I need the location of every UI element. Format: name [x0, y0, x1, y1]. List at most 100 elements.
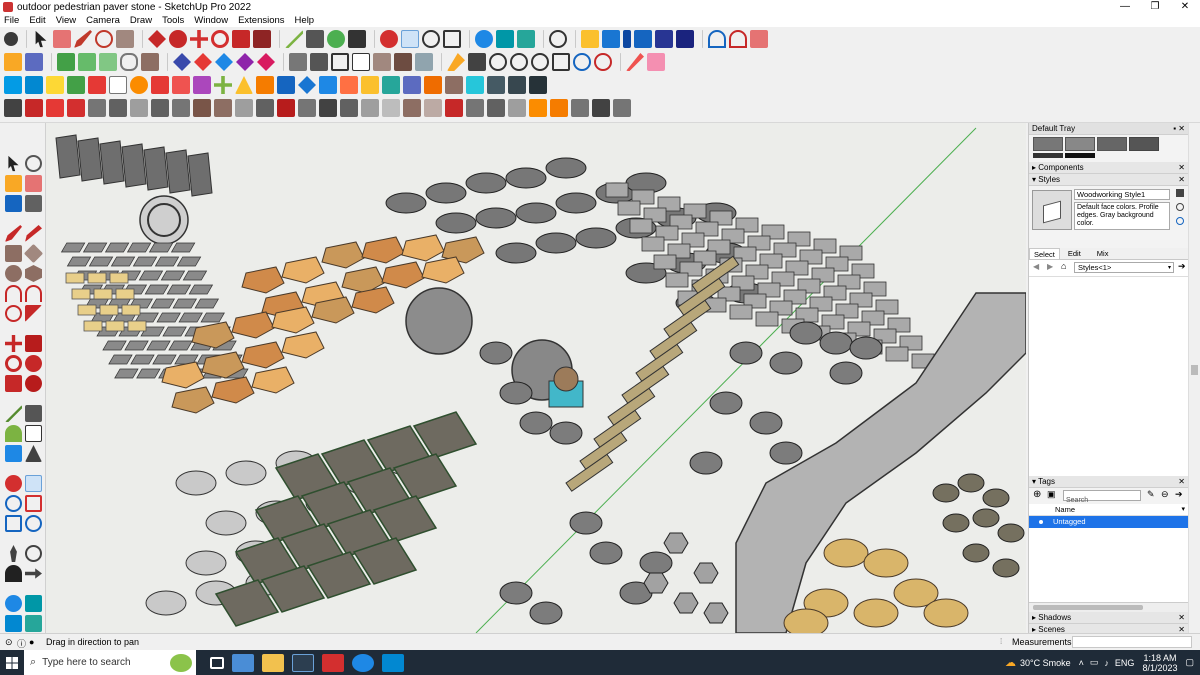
extension-tool-icon[interactable] — [750, 30, 768, 48]
style-name-field[interactable]: Woodworking Style1 — [1074, 189, 1170, 200]
weather-text[interactable]: 30°C Smoke — [1020, 658, 1071, 668]
menu-file[interactable]: File — [4, 15, 19, 26]
close-button[interactable]: ✕ — [1170, 0, 1200, 14]
follow-me-icon[interactable] — [169, 30, 187, 48]
component-icon[interactable] — [4, 53, 22, 71]
joint-push-pull-icon[interactable] — [25, 99, 43, 117]
rotate-icon[interactable] — [5, 355, 22, 372]
tab-mix[interactable]: Mix — [1089, 248, 1117, 259]
sketchup-taskbar-icon[interactable] — [292, 653, 314, 672]
spline-icon[interactable] — [487, 76, 505, 94]
redo-icon[interactable] — [729, 30, 747, 48]
windows-start-icon[interactable] — [0, 650, 24, 675]
tray-pin-close-icon[interactable]: ▪ ✕ — [1173, 123, 1185, 135]
bezier-icon[interactable] — [466, 76, 484, 94]
two-point-arc-icon[interactable] — [25, 285, 42, 302]
paver-icon[interactable] — [529, 99, 547, 117]
tag-row-untagged[interactable]: Untagged — [1029, 516, 1188, 528]
style-swatch[interactable] — [1129, 137, 1159, 151]
edge-browser-icon[interactable] — [352, 653, 374, 672]
layout-icon[interactable] — [517, 30, 535, 48]
taskbar-search-box[interactable]: ⌕ Type here to search — [24, 650, 196, 675]
rotated-rectangle-icon[interactable] — [23, 243, 44, 264]
curviloft-icon[interactable] — [46, 99, 64, 117]
shaded-textures-icon[interactable] — [394, 53, 412, 71]
close-icon[interactable]: ✕ — [1178, 612, 1185, 624]
zoom-extents-icon[interactable] — [443, 30, 461, 48]
deck-icon[interactable] — [424, 99, 442, 117]
update-style-icon[interactable] — [1176, 189, 1184, 197]
forward-arrow-icon[interactable]: ▶ — [1047, 262, 1053, 271]
pipe-icon[interactable] — [151, 76, 169, 94]
section-plane-icon[interactable] — [623, 30, 631, 48]
sphere-icon[interactable] — [67, 76, 85, 94]
view-back-icon[interactable] — [257, 53, 275, 71]
hidden-line-icon[interactable] — [352, 53, 370, 71]
acrobat-app-icon[interactable] — [322, 653, 344, 672]
protractor-icon[interactable] — [327, 30, 345, 48]
weld-icon[interactable] — [403, 76, 421, 94]
label-icon[interactable] — [361, 76, 379, 94]
tray-vertical-scrollbar[interactable] — [1188, 123, 1200, 633]
pattern-icon[interactable] — [571, 99, 589, 117]
shadows-panel-header[interactable]: ▸ Shadows ✕ — [1029, 612, 1188, 624]
road-icon[interactable] — [466, 99, 484, 117]
step-icon[interactable] — [508, 99, 526, 117]
entity-info-icon[interactable] — [78, 53, 96, 71]
extension-warehouse-icon[interactable] — [496, 30, 514, 48]
polyline-icon[interactable] — [508, 76, 526, 94]
tile-icon[interactable] — [550, 99, 568, 117]
round-tool-icon[interactable] — [67, 99, 85, 117]
cone-icon[interactable] — [46, 76, 64, 94]
input-language[interactable]: ENG — [1115, 658, 1135, 668]
fredo-scale-icon[interactable] — [4, 99, 22, 117]
warehouse-icon[interactable] — [475, 30, 493, 48]
line-tool-icon[interactable] — [655, 30, 673, 48]
pie-icon[interactable] — [25, 305, 42, 322]
rail-icon[interactable] — [298, 99, 316, 117]
styles-list-area[interactable] — [1029, 276, 1188, 476]
chevron-down-icon[interactable]: ▾ — [1181, 504, 1185, 516]
array-icon[interactable] — [214, 76, 232, 94]
search-icon[interactable] — [4, 32, 18, 46]
zoom-icon[interactable] — [5, 495, 22, 512]
fence-icon[interactable] — [319, 99, 337, 117]
select-arrow-icon[interactable] — [8, 155, 19, 172]
menu-edit[interactable]: Edit — [29, 15, 45, 26]
dimension-icon[interactable] — [306, 30, 324, 48]
previous-view-icon[interactable] — [25, 515, 42, 532]
torus-icon[interactable] — [88, 76, 106, 94]
delete-tag-icon[interactable]: ⊖ — [1161, 489, 1169, 500]
tab-edit[interactable]: Edit — [1060, 248, 1089, 259]
model-info-icon[interactable] — [57, 53, 75, 71]
fillet-icon[interactable] — [445, 76, 463, 94]
view-front-icon[interactable] — [215, 53, 233, 71]
back-edges-icon[interactable] — [310, 53, 328, 71]
credits-icon[interactable]: ⓘ — [17, 637, 26, 650]
brick-icon[interactable] — [361, 99, 379, 117]
add-folder-icon[interactable]: ▣ — [1047, 489, 1056, 500]
slicer-icon[interactable] — [172, 99, 190, 117]
protractor-icon[interactable] — [5, 425, 22, 442]
tags-icon[interactable] — [141, 53, 159, 71]
minimize-button[interactable]: — — [1110, 0, 1140, 14]
soap-skin-icon[interactable] — [130, 99, 148, 117]
create-style-icon[interactable] — [1176, 203, 1184, 211]
send-to-layout-icon[interactable] — [5, 615, 22, 632]
section-display-icon[interactable] — [634, 30, 652, 48]
model-viewport[interactable] — [46, 123, 1026, 633]
styles-collection-select[interactable]: Styles<1> ▾ — [1074, 262, 1174, 273]
plane-icon[interactable] — [109, 76, 127, 94]
distribute-icon[interactable] — [298, 76, 316, 94]
file-explorer-icon[interactable] — [262, 653, 284, 672]
tab-select[interactable]: Select — [1029, 248, 1060, 259]
zoom-window-icon[interactable] — [25, 495, 42, 512]
eraser-icon[interactable] — [25, 175, 42, 192]
details-arrow-icon[interactable]: ➔ — [1175, 489, 1183, 500]
sandbox-icon[interactable] — [676, 30, 694, 48]
tags-horizontal-scrollbar[interactable] — [1029, 602, 1189, 612]
helix-icon[interactable] — [130, 76, 148, 94]
menu-window[interactable]: Window — [194, 15, 228, 26]
pencil-icon[interactable] — [74, 30, 92, 48]
style-description-field[interactable]: Default face colors. Profile edges. Gray… — [1074, 202, 1170, 230]
